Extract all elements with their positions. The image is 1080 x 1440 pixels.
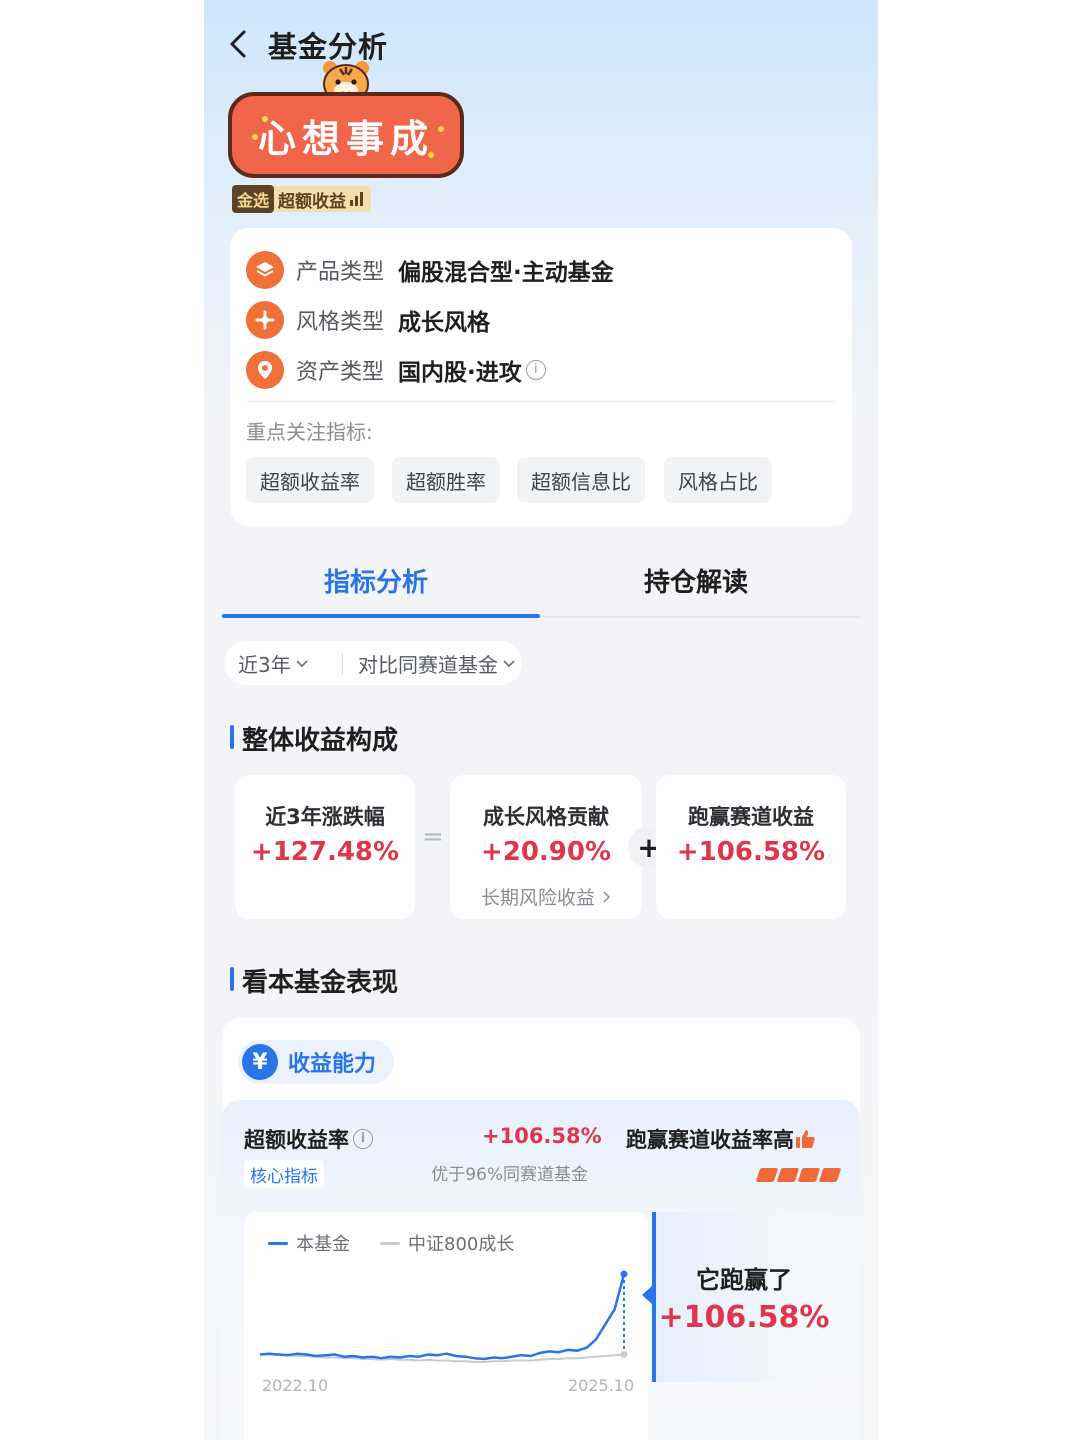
gold-select-badge: 金选 超额收益 — [232, 185, 372, 213]
badge-text: 超额收益 — [278, 191, 347, 212]
info-value: 国内股·进攻 — [398, 360, 522, 386]
card-label: 成长风格贡献 — [483, 805, 609, 829]
card-style-contribution[interactable]: 成长风格贡献 +20.90% 长期风险收益 — [450, 775, 642, 919]
filter-separator — [342, 653, 343, 675]
bar-chart-icon — [350, 192, 364, 206]
badge-tag: 金选 — [232, 185, 275, 213]
capability-pill[interactable]: ¥ 收益能力 — [238, 1040, 394, 1084]
info-row-product-type: 产品类型 偏股混合型·主动基金 — [246, 250, 614, 290]
period-dropdown[interactable]: 近3年 — [238, 649, 309, 678]
callout-line1: 它跑赢了 — [696, 1266, 792, 1294]
slogan-text: 心想事成 — [257, 115, 434, 161]
x-tick-end: 2025.10 — [568, 1376, 635, 1395]
period-label: 近3年 — [238, 653, 291, 677]
chevron-left-icon — [230, 30, 246, 58]
info-icon[interactable]: i — [525, 360, 546, 380]
layers-icon — [246, 251, 284, 289]
end-point-fund — [620, 1270, 628, 1278]
metric-panel: 超额收益率 i 核心指标 +106.58% 优于96%同赛道基金 跑赢赛道收益率… — [222, 1100, 860, 1440]
section-marker — [230, 967, 234, 991]
info-row-style-type: 风格类型 成长风格 — [246, 300, 490, 340]
chip-excess-info-ratio[interactable]: 超额信息比 — [517, 457, 645, 503]
filter-bar: 近3年 对比同赛道基金 — [224, 641, 522, 685]
product-info-card: 产品类型 偏股混合型·主动基金 风格类型 成长风格 资产类型 国内股·进攻 i … — [230, 228, 852, 526]
level-bar — [818, 1168, 842, 1182]
card-label: 近3年涨跌幅 — [265, 805, 385, 829]
chip-excess-win-rate[interactable]: 超额胜率 — [392, 457, 500, 503]
card-beat-track: 跑赢赛道收益 +106.58% — [656, 775, 846, 919]
metric-name: 超额收益率 — [244, 1128, 349, 1152]
tab-holdings-interpretation[interactable]: 持仓解读 — [644, 562, 748, 599]
capability-label: 收益能力 — [288, 1052, 377, 1077]
location-pin-icon — [246, 351, 284, 389]
excess-return-chart: 本基金 中证800成长 2022.10 2025.10 — [244, 1212, 648, 1440]
card-label: 跑赢赛道收益 — [688, 805, 814, 829]
chip-style-ratio[interactable]: 风格占比 — [664, 457, 772, 503]
callout-line2: +106.58% — [658, 1300, 830, 1335]
style-icon — [246, 301, 284, 339]
phone-screen: 基金分析 心想事成 金选 超额收益 产品类型 偏股混合型·主动基金 风格类型 成… — [204, 0, 878, 1440]
core-indicator-tag: 核心指标 — [244, 1160, 324, 1188]
tab-indicator-analysis[interactable]: 指标分析 — [324, 562, 428, 599]
chevron-down-icon — [503, 659, 515, 667]
metric-compare: 优于96%同赛道基金 — [431, 1165, 588, 1185]
yen-icon: ¥ — [242, 1044, 278, 1080]
metric-name-row: 超额收益率 i — [244, 1124, 373, 1154]
slogan-banner: 心想事成 — [228, 92, 464, 178]
info-row-asset-type: 资产类型 国内股·进攻 i — [246, 350, 546, 390]
info-label: 风格类型 — [296, 310, 385, 335]
win-label: 跑赢赛道收益率高 — [626, 1128, 794, 1152]
beat-callout: 它跑赢了 +106.58% — [642, 1212, 832, 1382]
card-sub-text: 长期风险收益 — [480, 887, 595, 909]
compare-label: 对比同赛道基金 — [358, 653, 498, 677]
tab-active-underline — [222, 614, 540, 618]
chart-canvas — [259, 1270, 628, 1363]
card-value: +106.58% — [676, 837, 826, 867]
level-bar — [755, 1168, 779, 1182]
win-label-row: 跑赢赛道收益率高 — [626, 1124, 816, 1154]
section-title-performance: 看本基金表现 — [242, 968, 399, 998]
chevron-right-icon — [603, 891, 611, 903]
focus-label: 重点关注指标: — [246, 420, 373, 444]
card-3y-change: 近3年涨跌幅 +127.48% — [235, 775, 415, 919]
back-button[interactable] — [224, 26, 254, 62]
info-value: 成长风格 — [398, 310, 491, 336]
section-title-composition: 整体收益构成 — [242, 726, 399, 756]
info-label: 资产类型 — [296, 360, 385, 385]
card-sub-link[interactable]: 长期风险收益 — [450, 883, 642, 910]
compare-dropdown[interactable]: 对比同赛道基金 — [358, 649, 516, 678]
level-bar — [776, 1168, 800, 1182]
equals-sign: = — [422, 822, 444, 852]
chip-excess-return[interactable]: 超额收益率 — [246, 457, 374, 503]
chevron-down-icon — [296, 659, 308, 667]
divider — [246, 401, 836, 402]
level-bar — [797, 1168, 821, 1182]
series-line-fund — [259, 1273, 626, 1361]
section-marker — [230, 725, 234, 749]
card-value: +20.90% — [480, 837, 612, 867]
end-point-benchmark — [620, 1350, 628, 1358]
info-label: 产品类型 — [296, 260, 385, 285]
info-icon[interactable]: i — [353, 1129, 373, 1149]
info-value: 偏股混合型·主动基金 — [398, 260, 614, 286]
x-tick-start: 2022.10 — [262, 1376, 329, 1395]
level-bars — [755, 1168, 842, 1182]
thumbs-up-icon — [796, 1130, 815, 1148]
card-value: +127.48% — [250, 837, 400, 867]
performance-card: ¥ 收益能力 超额收益率 i 核心指标 +106.58% 优于96%同赛道基金 … — [222, 1018, 860, 1440]
callout-arrow — [642, 1286, 652, 1304]
metric-value: +106.58% — [482, 1124, 602, 1148]
